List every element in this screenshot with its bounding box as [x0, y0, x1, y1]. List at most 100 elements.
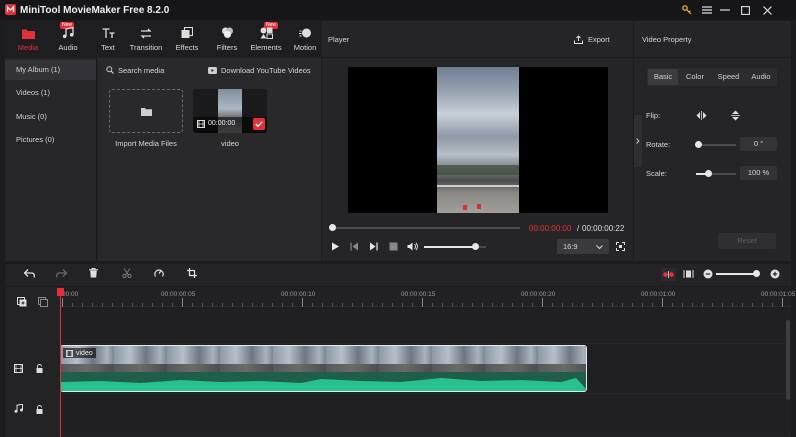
- zoom-out-icon[interactable]: [703, 269, 713, 279]
- download-youtube-label: Download YouTube Videos: [221, 65, 311, 75]
- fullscreen-icon[interactable]: [616, 242, 625, 251]
- ruler-tick: [82, 303, 83, 307]
- filters-icon: [207, 26, 247, 40]
- add-track-icon[interactable]: [17, 297, 27, 307]
- zoom-in-icon[interactable]: [770, 269, 780, 279]
- tool-motion[interactable]: Motion: [285, 26, 325, 56]
- ruler-tick: [652, 303, 653, 307]
- audio-mixer-button[interactable]: [661, 268, 676, 281]
- video-property-title: Video Property: [642, 35, 692, 44]
- tool-audio-label: Audio: [58, 43, 78, 52]
- ruler-tick: [362, 303, 363, 307]
- lock-icon[interactable]: [36, 405, 43, 414]
- ruler-tick: [282, 303, 283, 307]
- tool-audio[interactable]: Audio: [48, 26, 88, 56]
- volume-icon[interactable]: [407, 242, 418, 251]
- ruler-label: 00:00:00:15: [401, 291, 436, 298]
- sidebar-item-music[interactable]: Music (0): [5, 107, 96, 127]
- reset-button[interactable]: Reset: [718, 233, 776, 249]
- timeline-video-clip[interactable]: video: [60, 345, 587, 392]
- play-button[interactable]: [331, 242, 340, 251]
- export-button[interactable]: Export: [574, 33, 614, 45]
- player-progress-track[interactable]: [332, 227, 520, 229]
- import-media-label: Import Media Files: [115, 139, 177, 148]
- export-icon: [574, 34, 583, 44]
- ruler-tick: [662, 298, 663, 307]
- tab-color[interactable]: Color: [680, 69, 710, 85]
- menu-icon[interactable]: [699, 2, 715, 18]
- flip-horizontal-button[interactable]: [694, 108, 708, 122]
- playhead-line[interactable]: [60, 288, 61, 437]
- aspect-ratio-select[interactable]: 16:9: [557, 239, 609, 254]
- rotate-label: Rotate:: [646, 140, 671, 149]
- split-button[interactable]: [122, 268, 132, 278]
- copy-track-icon[interactable]: [38, 297, 48, 307]
- sidebar-item-my-album[interactable]: My Album (1): [5, 60, 96, 80]
- timeline-zoom-slider-handle[interactable]: [753, 270, 760, 277]
- ruler-tick: [642, 303, 643, 307]
- undo-button[interactable]: [24, 269, 35, 278]
- ruler-tick: [482, 303, 483, 307]
- rotate-slider-handle[interactable]: [695, 141, 702, 148]
- clip-selected-check[interactable]: [253, 118, 265, 130]
- rotate-slider-track[interactable]: [695, 141, 736, 148]
- scale-value-field[interactable]: 100 %: [740, 166, 777, 180]
- stop-button[interactable]: [389, 242, 398, 251]
- tool-filters-label: Filters: [216, 43, 238, 52]
- download-youtube-button[interactable]: Download YouTube Videos: [208, 64, 316, 76]
- delete-button[interactable]: [89, 268, 98, 278]
- flip-vertical-button[interactable]: [728, 108, 742, 122]
- crop-button[interactable]: [187, 268, 197, 278]
- playhead-handle[interactable]: [57, 288, 64, 296]
- collapse-panel-handle[interactable]: [634, 115, 642, 167]
- tool-effects[interactable]: Effects: [167, 26, 207, 56]
- media-clip-thumbnail[interactable]: 00:00:00: [193, 89, 267, 133]
- search-media[interactable]: Search media: [106, 64, 196, 76]
- tab-audio[interactable]: Audio: [746, 69, 776, 85]
- ruler-tick: [682, 303, 683, 307]
- minimize-icon[interactable]: [717, 2, 733, 18]
- ruler-tick: [62, 298, 63, 307]
- volume-slider-track[interactable]: [424, 243, 486, 250]
- timeline-zoom-slider-track[interactable]: [716, 270, 760, 277]
- next-frame-button[interactable]: [369, 242, 378, 251]
- film-icon: [66, 349, 73, 357]
- tool-elements[interactable]: Elements: [246, 26, 286, 56]
- tab-speed[interactable]: Speed: [713, 69, 744, 85]
- tool-transition[interactable]: Transition: [126, 26, 166, 56]
- ruler-ticks: [60, 298, 791, 307]
- sidebar-item-videos[interactable]: Videos (1): [5, 83, 96, 103]
- player-progress-handle[interactable]: [329, 224, 336, 231]
- export-label: Export: [588, 34, 610, 44]
- tool-text[interactable]: Text: [88, 26, 128, 56]
- volume-slider-handle[interactable]: [472, 243, 479, 250]
- speed-button[interactable]: [154, 268, 164, 278]
- tool-text-label: Text: [101, 43, 115, 52]
- import-media-tile[interactable]: [109, 89, 183, 133]
- ruler-tick: [382, 303, 383, 307]
- ruler-tick: [332, 303, 333, 307]
- timeline-vertical-scrollbar[interactable]: [786, 320, 790, 400]
- ruler-tick: [522, 303, 523, 307]
- tab-basic[interactable]: Basic: [648, 69, 678, 85]
- redo-button[interactable]: [56, 269, 67, 278]
- film-icon: [197, 120, 205, 128]
- lock-icon[interactable]: [36, 364, 43, 373]
- scale-slider-track[interactable]: [696, 170, 736, 177]
- prev-frame-button[interactable]: [350, 242, 359, 251]
- key-icon[interactable]: [679, 2, 695, 18]
- ruler-tick: [692, 303, 693, 307]
- music-track-icon: [14, 404, 23, 413]
- fit-timeline-button[interactable]: [683, 269, 694, 279]
- rotate-value-field[interactable]: 0 °: [740, 137, 777, 151]
- ruler-tick: [142, 303, 143, 307]
- sidebar-item-pictures[interactable]: Pictures (0): [5, 130, 96, 150]
- tool-media[interactable]: Media: [8, 26, 48, 56]
- tool-filters[interactable]: Filters: [207, 26, 247, 56]
- close-icon[interactable]: [759, 2, 775, 18]
- frame-trees: [437, 165, 519, 175]
- maximize-icon[interactable]: [737, 2, 753, 18]
- ruler-tick: [462, 303, 463, 307]
- ruler-tick: [602, 303, 603, 307]
- scale-slider-handle[interactable]: [705, 170, 712, 177]
